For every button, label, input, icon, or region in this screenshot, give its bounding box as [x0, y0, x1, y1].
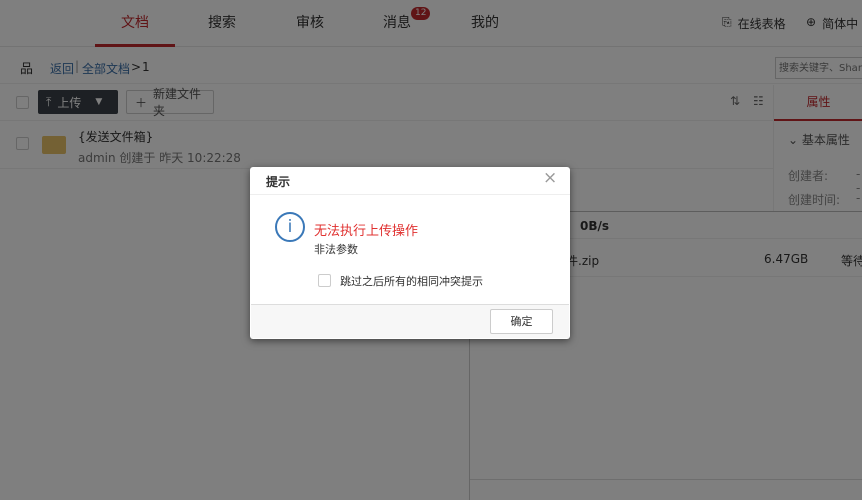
close-icon[interactable]: × — [543, 168, 557, 188]
skip-conflict-checkbox[interactable] — [318, 274, 331, 287]
skip-conflict-label[interactable]: 跳过之后所有的相同冲突提示 — [340, 273, 483, 289]
dialog-detail: 非法参数 — [314, 243, 358, 256]
alert-dialog: 提示 × i 无法执行上传操作 非法参数 跳过之后所有的相同冲突提示 确定 — [250, 167, 570, 339]
info-icon: i — [275, 212, 305, 242]
dialog-message: 无法执行上传操作 — [314, 224, 419, 239]
dialog-title: 提示 — [266, 175, 291, 189]
ok-button[interactable]: 确定 — [490, 309, 553, 334]
